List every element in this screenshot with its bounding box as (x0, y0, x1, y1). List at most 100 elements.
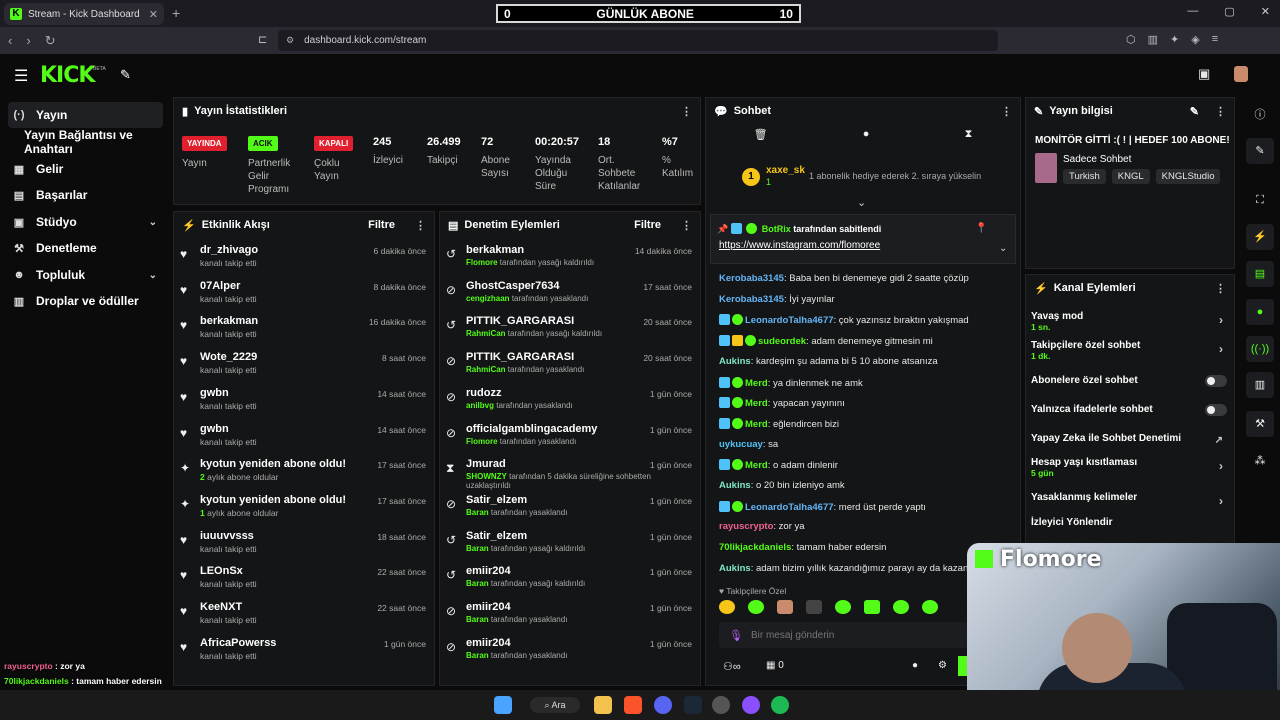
toggle-switch[interactable] (1205, 375, 1227, 387)
tag[interactable]: Turkish (1063, 169, 1106, 184)
discord-icon[interactable] (654, 696, 672, 714)
sidebar-item-denetleme[interactable]: ⚒ Denetleme (8, 235, 163, 261)
chevron-down-icon[interactable]: ⌄ (999, 243, 1007, 254)
tag[interactable]: KNGLStudio (1155, 169, 1221, 184)
more-options-icon[interactable]: ⋮ (681, 105, 692, 118)
channel-action[interactable]: Yavaş mod 1 sn. › (1031, 311, 1227, 332)
emote-icon[interactable] (864, 600, 880, 614)
chat-bubble-icon[interactable]: ● (912, 660, 918, 671)
emote-icon[interactable] (748, 600, 764, 614)
more-options-icon[interactable]: ⋮ (1001, 105, 1012, 118)
chat-username[interactable]: Aukins (719, 356, 751, 367)
emote-icon[interactable] (893, 600, 909, 614)
emote-icon[interactable] (922, 600, 938, 614)
edit-icon[interactable]: ✎ (1246, 138, 1274, 164)
top-gifter-name[interactable]: xaxe_sk (766, 165, 805, 176)
close-icon[interactable]: ✕ (149, 8, 158, 21)
wrench-icon[interactable]: ⚒ (1246, 411, 1274, 437)
filter-button[interactable]: Filtre (634, 219, 661, 231)
emote-icon[interactable] (806, 600, 822, 614)
chat-username[interactable]: Merd (745, 419, 768, 430)
layout-icon[interactable]: ▥ (1246, 372, 1274, 398)
tag[interactable]: KNGL (1111, 169, 1150, 184)
steam-icon[interactable] (684, 696, 702, 714)
taskbar-search[interactable]: ⌕ Ara (530, 697, 580, 713)
github-icon[interactable] (712, 696, 730, 714)
wallet-icon[interactable]: ▣ (1198, 66, 1210, 82)
channel-action[interactable]: Yasaklanmış kelimeler › (1031, 492, 1227, 508)
chat-username[interactable]: sudeordek (758, 336, 806, 347)
sidebar-item-basarilar[interactable]: ▤ Başarılar (8, 182, 163, 208)
pin-icon[interactable]: ✎ (120, 67, 131, 83)
trash-icon[interactable]: 🗑 (754, 128, 768, 148)
document-icon[interactable]: ▤ (1246, 261, 1274, 287)
chat-username[interactable]: LeonardoTalha4677 (745, 502, 834, 513)
close-window-icon[interactable]: ✕ (1261, 5, 1270, 18)
menu-icon[interactable]: ≡ (1212, 33, 1218, 46)
url-input[interactable]: ⚙ dashboard.kick.com/stream (278, 30, 998, 51)
translate-icon[interactable]: ✦ (1170, 33, 1179, 46)
sidebar-icon[interactable]: ▥ (1148, 33, 1158, 46)
broadcast-icon[interactable]: ((·)) (1246, 336, 1274, 362)
back-icon[interactable]: ‹ (8, 33, 12, 49)
file-explorer-icon[interactable] (594, 696, 612, 714)
chat-username[interactable]: LeonardoTalha4677 (745, 315, 834, 326)
channel-action[interactable]: Yapay Zeka ile Sohbet Denetimi ↗ (1031, 433, 1227, 446)
edit-icon[interactable]: ✎ (1190, 105, 1199, 118)
brave-browser-icon[interactable] (624, 696, 642, 714)
emote-icon[interactable] (777, 600, 793, 614)
microphone-icon[interactable]: 🎙 (729, 629, 743, 642)
hamburger-menu-icon[interactable]: ☰ (14, 66, 28, 86)
expand-icon[interactable]: ⛶ (1246, 187, 1274, 213)
lightning-icon[interactable]: ⚡ (1246, 224, 1274, 250)
chat-username[interactable]: Merd (745, 398, 768, 409)
more-options-icon[interactable]: ⋮ (681, 219, 692, 232)
pin-icon[interactable]: 📍 (975, 223, 987, 234)
browser-tab[interactable]: K Stream - Kick Dashboard ✕ (4, 3, 164, 25)
chat-username[interactable]: rayuscrypto (719, 521, 773, 532)
avatar[interactable] (1234, 66, 1249, 82)
users-icon[interactable]: ⁂ (1246, 448, 1274, 474)
site-info-icon[interactable]: ⚙ (286, 35, 294, 46)
new-tab-icon[interactable]: + (172, 5, 180, 21)
spotify-icon[interactable] (771, 696, 789, 714)
channel-action[interactable]: Hesap yaşı kısıtlaması 5 gün › (1031, 457, 1227, 478)
pinned-link[interactable]: https://www.instagram.com/flomoree (719, 240, 880, 251)
sidebar-item-stream-key[interactable]: Yayın Bağlantısı ve Anahtarı (8, 128, 163, 156)
toggle-switch[interactable] (1205, 404, 1227, 416)
info-icon[interactable]: ⓘ (1246, 102, 1274, 128)
bookmark-icon[interactable]: ⊏ (258, 33, 267, 46)
chat-input[interactable]: 🎙 (719, 622, 969, 648)
emote-icon[interactable] (719, 600, 735, 614)
chat-bubble-icon[interactable]: ● (863, 128, 870, 148)
emote-icon[interactable] (835, 600, 851, 614)
forward-icon[interactable]: › (26, 33, 30, 49)
extension-icon[interactable]: ⬡ (1126, 33, 1136, 46)
sidebar-item-topluluk[interactable]: ☻ Topluluk ⌄ (8, 262, 163, 288)
settings-icon[interactable]: ⚙ (938, 660, 947, 671)
message-field[interactable] (750, 629, 951, 641)
sidebar-item-studyo[interactable]: ▣ Stüdyo ⌄ (8, 209, 163, 235)
hourglass-icon[interactable]: ⧗ (965, 128, 973, 148)
more-options-icon[interactable]: ⋮ (1215, 282, 1226, 295)
chat-username[interactable]: 70likjackdaniels (719, 542, 791, 553)
reload-icon[interactable]: ↻ (45, 33, 56, 49)
shield-icon[interactable]: ◈ (1191, 33, 1199, 46)
sidebar-item-yayin[interactable]: (·) Yayın (8, 102, 163, 128)
category-name[interactable]: Sadece Sohbet (1063, 154, 1131, 165)
sidebar-item-gelir[interactable]: ▦ Gelir (8, 156, 163, 182)
chevron-down-icon[interactable]: ⌄ (857, 196, 866, 209)
windows-start-icon[interactable] (494, 696, 512, 714)
more-options-icon[interactable]: ⋮ (415, 219, 426, 232)
chat-username[interactable]: Merd (745, 378, 768, 389)
chat-username[interactable]: Aukins (719, 480, 751, 491)
channel-action[interactable]: Takipçilere özel sohbet 1 dk. › (1031, 340, 1227, 361)
more-options-icon[interactable]: ⋮ (1215, 105, 1226, 118)
reactions-icon[interactable]: ⚇∞ (723, 660, 741, 673)
kick-logo[interactable]: KICK (40, 63, 95, 88)
chat-icon[interactable]: ● (1246, 299, 1274, 325)
maximize-icon[interactable]: ▢ (1224, 5, 1234, 18)
channel-action[interactable]: Yalnızca ifadelerle sohbet (1031, 404, 1227, 416)
channel-action[interactable]: Abonelere özel sohbet (1031, 375, 1227, 387)
chat-username[interactable]: uykucuay (719, 439, 763, 450)
